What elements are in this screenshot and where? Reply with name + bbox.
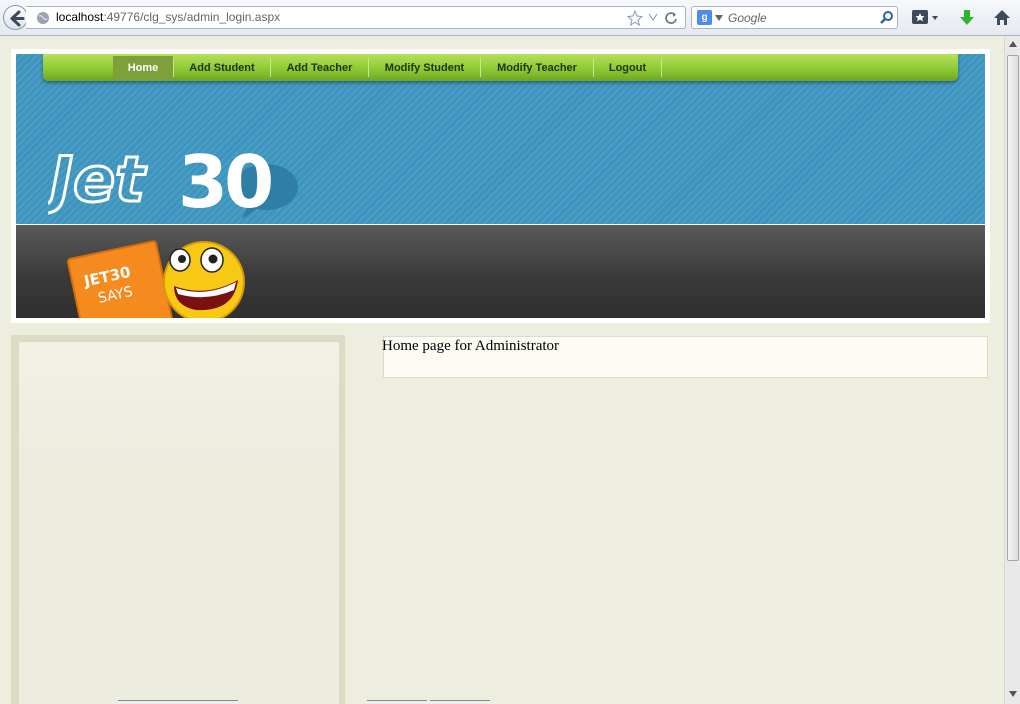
- url-text: localhost:49776/clg_sys/admin_login.aspx: [56, 10, 281, 24]
- sidebar-panel: [19, 342, 339, 704]
- back-button[interactable]: [3, 5, 28, 30]
- scroll-down-icon[interactable]: [1009, 691, 1017, 697]
- page-heading: Home page for Administrator: [382, 338, 560, 354]
- jet30-logo: Jet 30: [38, 137, 308, 225]
- search-icon[interactable]: [879, 10, 894, 25]
- logo-jet-text: Jet: [48, 143, 147, 216]
- home-icon[interactable]: [993, 9, 1011, 27]
- reload-icon[interactable]: [664, 11, 678, 25]
- nav-logout[interactable]: Logout: [594, 57, 661, 79]
- nav-modify-teacher[interactable]: Modify Teacher: [481, 57, 593, 79]
- bottom-tab: [367, 700, 427, 704]
- bottom-tab: [118, 700, 238, 704]
- search-bar[interactable]: g Google: [691, 6, 898, 29]
- search-placeholder: Google: [728, 11, 767, 25]
- page-scrollbar[interactable]: [1004, 37, 1020, 704]
- browser-toolbar: localhost:49776/clg_sys/admin_login.aspx…: [0, 0, 1020, 36]
- nav-divider: [661, 58, 662, 77]
- nav-modify-student[interactable]: Modify Student: [369, 57, 480, 79]
- nav-add-student[interactable]: Add Student: [174, 57, 270, 79]
- download-icon[interactable]: [958, 9, 976, 27]
- star-bookmark-icon[interactable]: [627, 10, 643, 26]
- globe-icon: [37, 12, 49, 24]
- main-nav: Home Add Student Add Teacher Modify Stud…: [43, 54, 958, 81]
- bottom-tab: [430, 700, 490, 704]
- nav-home[interactable]: Home: [113, 56, 173, 80]
- dropdown-arrow-icon[interactable]: [648, 13, 658, 21]
- google-icon[interactable]: g: [697, 10, 712, 25]
- scroll-thumb[interactable]: [1007, 55, 1019, 561]
- jet30-says-mascot: JET30 SAYS: [66, 236, 256, 318]
- url-bar[interactable]: localhost:49776/clg_sys/admin_login.aspx: [26, 6, 686, 29]
- bookmarks-menu-icon[interactable]: [911, 9, 941, 27]
- nav-add-teacher[interactable]: Add Teacher: [271, 57, 368, 79]
- scroll-up-icon[interactable]: [1009, 41, 1017, 47]
- engine-dropdown-icon[interactable]: [715, 15, 723, 21]
- logo-30-text: 30: [178, 140, 271, 224]
